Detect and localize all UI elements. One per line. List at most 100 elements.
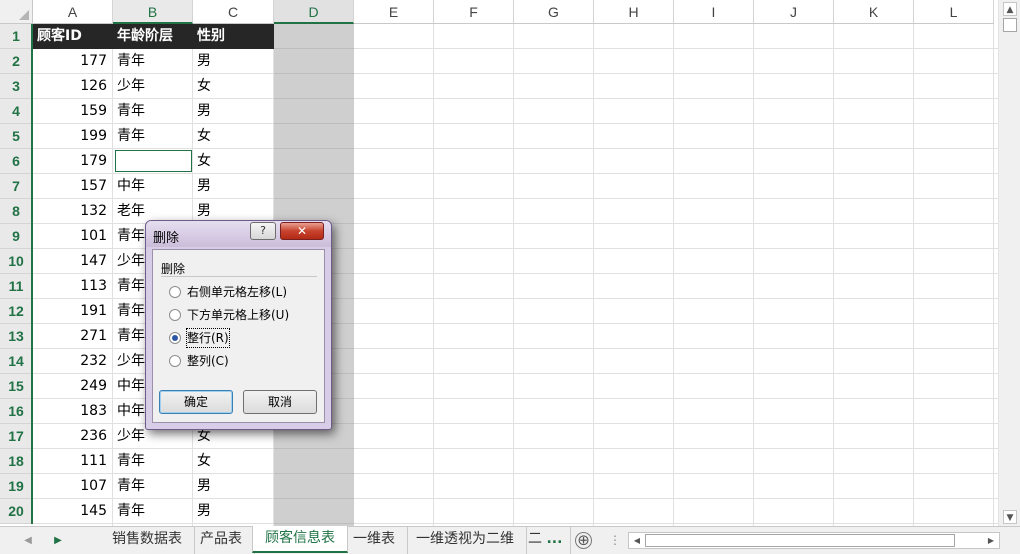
table-cell[interactable]: 青年 xyxy=(113,124,193,149)
row-header-17[interactable]: 17 xyxy=(0,424,33,449)
table-cell[interactable]: 女 xyxy=(193,124,274,149)
table-cell[interactable]: 青年 xyxy=(113,474,193,499)
row-header-9[interactable]: 9 xyxy=(0,224,33,249)
column-header-k[interactable]: K xyxy=(834,0,914,24)
table-cell[interactable]: 中年 xyxy=(113,174,193,199)
table-cell[interactable]: 179 xyxy=(33,149,113,174)
horizontal-scrollbar[interactable]: ◀ ▶ xyxy=(628,532,1000,549)
column-header-e[interactable]: E xyxy=(354,0,434,24)
scroll-right-arrow-icon[interactable]: ▶ xyxy=(984,534,998,547)
column-header-d[interactable]: D xyxy=(274,0,354,24)
table-cell[interactable]: 少年 xyxy=(113,74,193,99)
table-cell[interactable]: 157 xyxy=(33,174,113,199)
column-header-a[interactable]: A xyxy=(33,0,113,24)
table-cell[interactable]: 199 xyxy=(33,124,113,149)
selected-column-gridline xyxy=(274,98,354,99)
table-cell[interactable]: 101 xyxy=(33,224,113,249)
row-header-10[interactable]: 10 xyxy=(0,249,33,274)
column-header-i[interactable]: I xyxy=(674,0,754,24)
vertical-scroll-thumb[interactable] xyxy=(1003,18,1017,32)
column-gridline xyxy=(673,24,674,526)
sheet-tab-5[interactable]: 一维透视为二维 xyxy=(404,527,527,554)
table-cell[interactable]: 男 xyxy=(193,99,274,124)
table-cell[interactable]: 236 xyxy=(33,424,113,449)
table-cell[interactable]: 男 xyxy=(193,49,274,74)
row-header-12[interactable]: 12 xyxy=(0,299,33,324)
dialog-titlebar[interactable]: 删除 ? ✕ xyxy=(146,221,331,247)
table-cell[interactable]: 青年 xyxy=(113,449,193,474)
radio-entire-row[interactable] xyxy=(169,332,181,344)
scroll-down-arrow-icon[interactable]: ▼ xyxy=(1003,510,1017,524)
table-cell[interactable]: 183 xyxy=(33,399,113,424)
ok-button[interactable]: 确定 xyxy=(159,390,233,414)
column-header-l[interactable]: L xyxy=(914,0,994,24)
table-cell[interactable]: 111 xyxy=(33,449,113,474)
select-all-corner[interactable] xyxy=(0,0,33,24)
table-cell[interactable]: 107 xyxy=(33,474,113,499)
table-cell[interactable]: 青年 xyxy=(113,49,193,74)
column-header-j[interactable]: J xyxy=(754,0,834,24)
table-cell[interactable]: 女 xyxy=(193,449,274,474)
sheet-tab-1[interactable]: 销售数据表 xyxy=(100,527,195,554)
table-cell[interactable]: 113 xyxy=(33,274,113,299)
row-header-18[interactable]: 18 xyxy=(0,449,33,474)
row-header-14[interactable]: 14 xyxy=(0,349,33,374)
row-header-3[interactable]: 3 xyxy=(0,74,33,99)
table-cell[interactable]: 女 xyxy=(193,149,274,174)
column-header-f[interactable]: F xyxy=(434,0,514,24)
tab-scroll-right-icon[interactable]: ▶ xyxy=(50,533,66,549)
row-header-1[interactable]: 1 xyxy=(0,24,33,49)
column-header-b[interactable]: B xyxy=(113,0,193,24)
table-cell[interactable]: 147 xyxy=(33,249,113,274)
table-cell[interactable]: 271 xyxy=(33,324,113,349)
row-header-19[interactable]: 19 xyxy=(0,474,33,499)
cancel-button[interactable]: 取消 xyxy=(243,390,317,414)
column-header-h[interactable]: H xyxy=(594,0,674,24)
table-cell[interactable]: 177 xyxy=(33,49,113,74)
table-cell[interactable]: 191 xyxy=(33,299,113,324)
sheet-tab-2[interactable]: 产品表 xyxy=(188,527,255,554)
table-cell[interactable]: 女 xyxy=(193,74,274,99)
table-cell[interactable]: 232 xyxy=(33,349,113,374)
column-header-c[interactable]: C xyxy=(193,0,274,24)
sheet-tab-4[interactable]: 一维表 xyxy=(341,527,408,554)
add-sheet-icon[interactable]: ⊕ xyxy=(575,532,592,549)
row-header-20[interactable]: 20 xyxy=(0,499,33,524)
table-cell[interactable]: 青年 xyxy=(113,499,193,524)
table-cell[interactable]: 249 xyxy=(33,374,113,399)
selected-column-gridline xyxy=(274,123,354,124)
row-header-2[interactable]: 2 xyxy=(0,49,33,74)
tab-scroll-left-icon[interactable]: ◀ xyxy=(20,533,36,549)
table-cell[interactable]: 126 xyxy=(33,74,113,99)
table-cell[interactable]: 男 xyxy=(193,174,274,199)
vertical-scrollbar[interactable]: ▲ ▼ xyxy=(998,0,1020,526)
help-icon[interactable]: ? xyxy=(250,222,276,240)
row-header-5[interactable]: 5 xyxy=(0,124,33,149)
scroll-left-arrow-icon[interactable]: ◀ xyxy=(630,534,644,547)
row-header-16[interactable]: 16 xyxy=(0,399,33,424)
column-header-g[interactable]: G xyxy=(514,0,594,24)
row-header-7[interactable]: 7 xyxy=(0,174,33,199)
tab-more[interactable]: 二 ... xyxy=(520,527,572,554)
row-header-4[interactable]: 4 xyxy=(0,99,33,124)
table-cell[interactable]: 145 xyxy=(33,499,113,524)
scroll-up-arrow-icon[interactable]: ▲ xyxy=(1003,2,1017,16)
active-cell-b6[interactable] xyxy=(115,150,192,172)
tab-splitter-icon[interactable]: ⋮ xyxy=(609,534,621,546)
table-cell[interactable]: 159 xyxy=(33,99,113,124)
horizontal-scroll-thumb[interactable] xyxy=(645,534,955,547)
row-header-13[interactable]: 13 xyxy=(0,324,33,349)
radio-shift-up[interactable] xyxy=(169,309,181,321)
table-cell[interactable]: 132 xyxy=(33,199,113,224)
table-cell[interactable]: 青年 xyxy=(113,99,193,124)
row-header-6[interactable]: 6 xyxy=(0,149,33,174)
close-icon[interactable]: ✕ xyxy=(280,222,324,240)
row-header-11[interactable]: 11 xyxy=(0,274,33,299)
radio-entire-column[interactable] xyxy=(169,355,181,367)
row-header-15[interactable]: 15 xyxy=(0,374,33,399)
radio-shift-left[interactable] xyxy=(169,286,181,298)
table-cell[interactable]: 男 xyxy=(193,474,274,499)
table-cell[interactable]: 男 xyxy=(193,499,274,524)
sheet-tab-3[interactable]: 顾客信息表 xyxy=(252,526,348,553)
row-header-8[interactable]: 8 xyxy=(0,199,33,224)
